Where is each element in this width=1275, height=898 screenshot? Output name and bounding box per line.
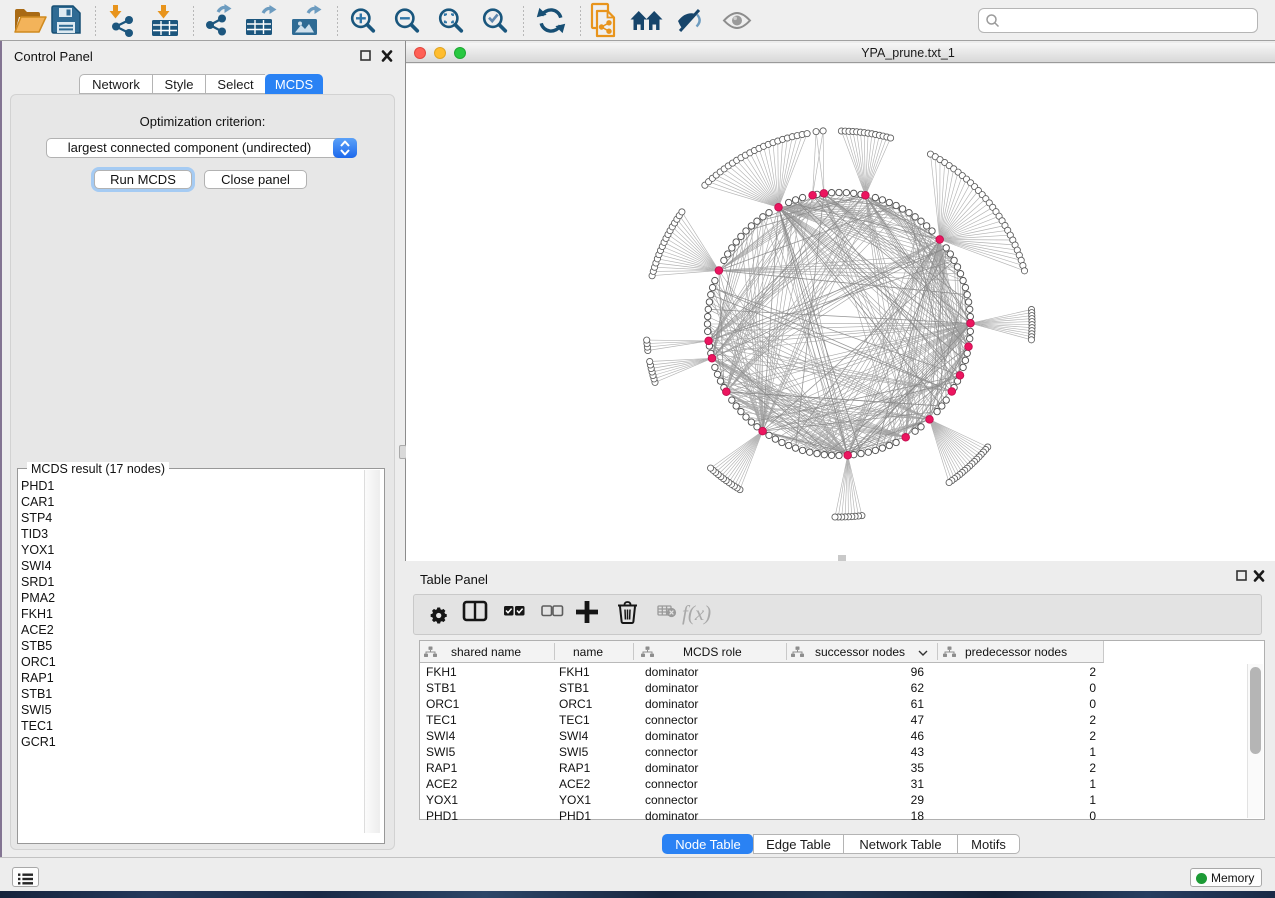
svg-text:f(x): f(x) bbox=[682, 601, 711, 625]
